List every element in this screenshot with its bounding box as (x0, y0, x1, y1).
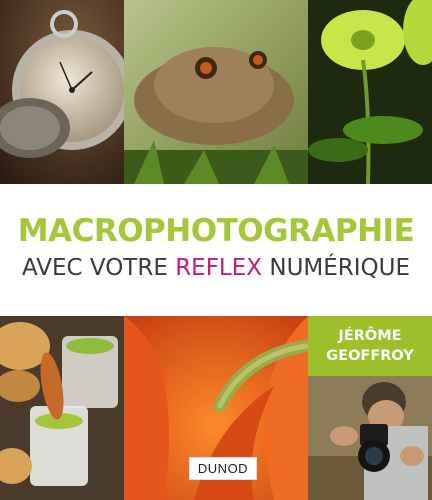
subtitle-part-1: AVEC VOTRE (21, 255, 176, 281)
author-last-name: GEOFFROY (326, 348, 414, 364)
author-first-name: JÉRÔME (338, 328, 402, 344)
title-band (0, 184, 432, 316)
subtitle-part-2: NUMÉRIQUE (262, 255, 411, 281)
toad-photo (124, 0, 308, 184)
author-box: JÉRÔME GEOFFROY (308, 316, 432, 376)
book-subtitle: AVEC VOTRE REFLEX NUMÉRIQUE (0, 255, 432, 281)
subtitle-accent: REFLEX (175, 255, 263, 281)
book-title: MACROPHOTOGRAPHIE (17, 213, 415, 249)
pocket-watch-photo (0, 0, 124, 184)
green-flower-photo (308, 0, 432, 184)
verrines-food-photo (0, 316, 124, 500)
photographer-photo (308, 376, 432, 500)
publisher-logo: DUNOD (189, 457, 257, 480)
